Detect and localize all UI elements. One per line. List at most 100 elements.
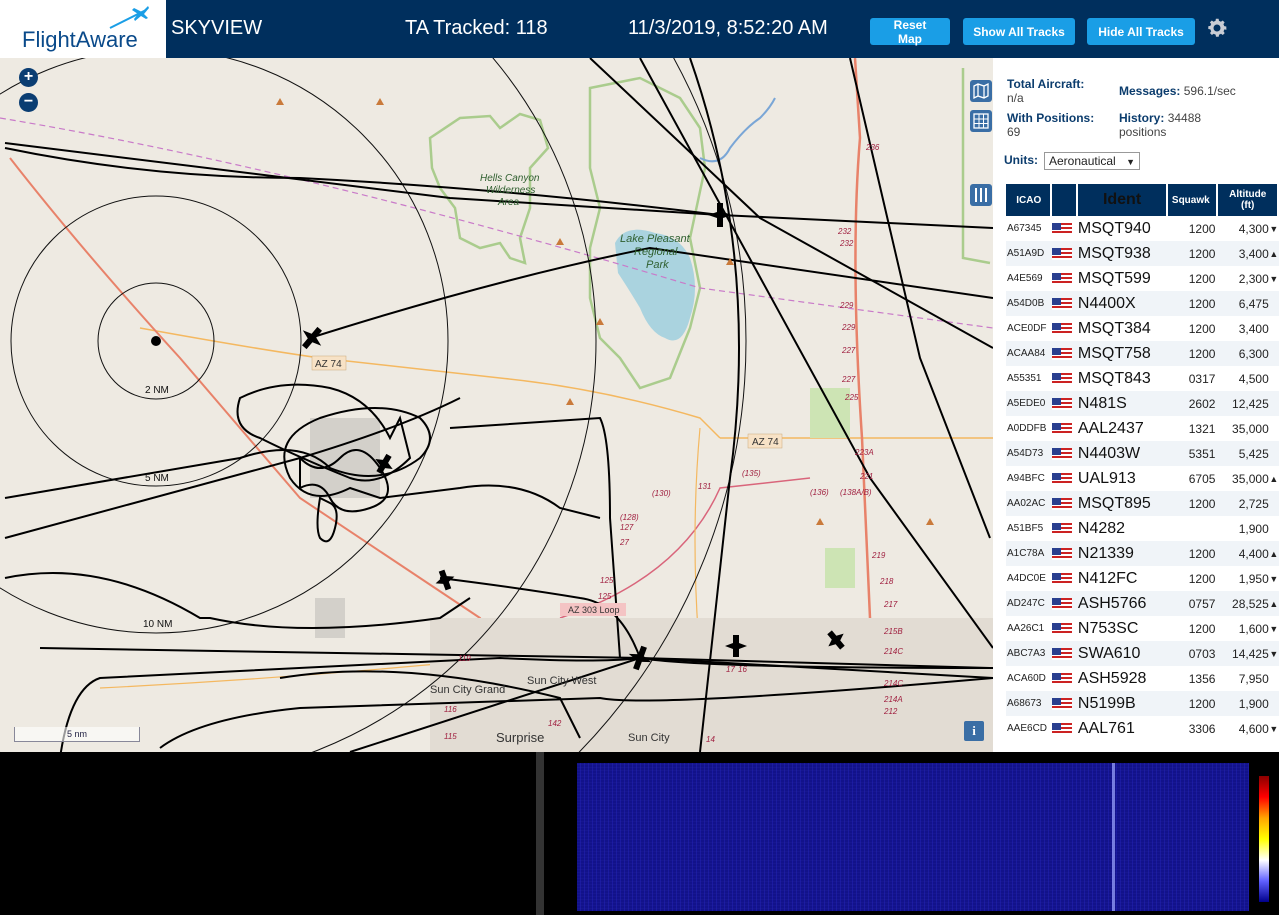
altitude-trend-icon: ▲ [1268, 241, 1279, 266]
altitude-cell: 1,600 [1218, 616, 1269, 641]
app-name: SKYVIEW [171, 17, 263, 39]
zoom-in-button[interactable]: + [19, 68, 38, 87]
table-row[interactable]: AA26C1 N753SC 1200 1,600 ▼ [1006, 616, 1279, 641]
us-flag-icon [1052, 598, 1073, 611]
table-row[interactable]: A67345 MSQT940 1200 4,300 ▼ [1006, 216, 1279, 241]
table-row[interactable]: AAE6CD AAL761 3306 4,600 ▼ [1006, 716, 1279, 741]
map-layers-icon [973, 82, 989, 100]
table-row[interactable]: A51A9D MSQT938 1200 3,400 ▲ [1006, 241, 1279, 266]
table-row[interactable]: ACAA84 MSQT758 1200 6,300 [1006, 341, 1279, 366]
squawk-cell: 3306 [1168, 716, 1219, 741]
us-flag-icon [1052, 623, 1073, 636]
icao-cell: A4DC0E [1006, 566, 1053, 591]
squawk-cell: 0757 [1168, 591, 1219, 616]
svg-text:218: 218 [879, 577, 894, 586]
altitude-cell: 12,425 [1218, 391, 1269, 416]
table-row[interactable]: A1C78A N21339 1200 4,400 ▲ [1006, 541, 1279, 566]
altitude-cell: 4,500 [1218, 366, 1269, 391]
squawk-cell: 1200 [1168, 541, 1219, 566]
map-canvas[interactable]: 2 NM 5 NM 10 NM Hells Canyon Wilderness … [0, 58, 993, 752]
us-flag-icon [1052, 273, 1073, 286]
units-select[interactable]: Aeronautical ▼ [1044, 152, 1140, 170]
ta-tracked-count: TA Tracked: 118 [405, 17, 548, 39]
squawk-cell: 2602 [1168, 391, 1219, 416]
table-row[interactable]: A4E569 MSQT599 1200 2,300 ▼ [1006, 266, 1279, 291]
altitude-trend-icon [1268, 366, 1279, 391]
svg-text:Wilderness: Wilderness [486, 185, 535, 196]
table-row[interactable]: A54D0B N4400X 1200 6,475 [1006, 291, 1279, 316]
table-row[interactable]: A0DDFB AAL2437 1321 35,000 [1006, 416, 1279, 441]
svg-text:Area: Area [497, 197, 520, 208]
icao-cell: ABC7A3 [1006, 641, 1053, 666]
flag-cell [1052, 316, 1078, 341]
squawk-cell: 1200 [1168, 241, 1219, 266]
map-layers-button[interactable] [970, 80, 992, 102]
svg-text:217: 217 [883, 600, 898, 609]
hide-all-tracks-button[interactable]: Hide All Tracks [1087, 18, 1195, 45]
table-row[interactable]: A68673 N5199B 1200 1,900 [1006, 691, 1279, 716]
svg-text:227: 227 [841, 346, 856, 355]
gear-icon[interactable] [1205, 16, 1229, 40]
altitude-cell: 35,000 [1218, 466, 1269, 491]
aircraft-map[interactable]: 2 NM 5 NM 10 NM Hells Canyon Wilderness … [0, 58, 993, 752]
squawk-cell: 5351 [1168, 441, 1219, 466]
table-row[interactable]: AD247C ASH5766 0757 28,525 ▲ [1006, 591, 1279, 616]
table-row[interactable]: A54D73 N4403W 5351 5,425 [1006, 441, 1279, 466]
table-row[interactable]: A4DC0E N412FC 1200 1,950 ▼ [1006, 566, 1279, 591]
reset-map-button[interactable]: Reset Map [870, 18, 950, 46]
ident-cell: N5199B [1077, 691, 1169, 716]
svg-text:229: 229 [841, 323, 856, 332]
flightaware-logo[interactable]: FlightAware [0, 0, 166, 58]
us-flag-icon [1052, 223, 1073, 236]
us-flag-icon [1052, 573, 1073, 586]
zoom-out-button[interactable]: − [19, 93, 38, 112]
table-row[interactable]: A5EDE0 N481S 2602 12,425 [1006, 391, 1279, 416]
show-all-tracks-button[interactable]: Show All Tracks [963, 18, 1075, 45]
col-flag[interactable] [1052, 184, 1078, 216]
ident-cell: MSQT895 [1077, 491, 1169, 516]
svg-text:Sun City Grand: Sun City Grand [430, 684, 505, 696]
us-flag-icon [1052, 298, 1073, 311]
us-flag-icon [1052, 473, 1073, 486]
table-row[interactable]: ABC7A3 SWA610 0703 14,425 ▼ [1006, 641, 1279, 666]
col-ident[interactable]: Ident [1077, 184, 1169, 216]
col-icao[interactable]: ICAO [1006, 184, 1053, 216]
table-row[interactable]: ACA60D ASH5928 1356 7,950 [1006, 666, 1279, 691]
total-aircraft-stat: Total Aircraft: n/a [1007, 77, 1084, 105]
icao-cell: A51A9D [1006, 241, 1053, 266]
waterfall-signal-line [1112, 763, 1115, 911]
icao-cell: A51BF5 [1006, 516, 1053, 541]
table-row[interactable]: A94BFC UAL913 6705 35,000 ▲ [1006, 466, 1279, 491]
flag-cell [1052, 541, 1078, 566]
icao-cell: AA02AC [1006, 491, 1053, 516]
flag-cell [1052, 241, 1078, 266]
grid-icon [973, 113, 989, 129]
us-flag-icon [1052, 398, 1073, 411]
col-squawk[interactable]: Squawk [1168, 184, 1219, 216]
icao-cell: ACA60D [1006, 666, 1053, 691]
panel-divider[interactable] [536, 752, 544, 915]
svg-text:Regional: Regional [634, 246, 678, 258]
info-button[interactable]: i [964, 721, 984, 741]
flag-cell [1052, 666, 1078, 691]
us-flag-icon [1052, 698, 1073, 711]
svg-text:Surprise: Surprise [496, 730, 544, 745]
columns-toggle-button[interactable] [970, 184, 992, 206]
svg-text:215B: 215B [883, 627, 903, 636]
col-altitude[interactable]: Altitude (ft) [1218, 184, 1279, 216]
svg-text:127: 127 [620, 523, 634, 532]
svg-text:119: 119 [458, 654, 471, 663]
ident-cell: AAL761 [1077, 716, 1169, 741]
table-row[interactable]: AA02AC MSQT895 1200 2,725 [1006, 491, 1279, 516]
messages-stat: Messages: 596.1/sec [1119, 84, 1236, 98]
grid-toggle-button[interactable] [970, 110, 992, 132]
ident-cell: MSQT384 [1077, 316, 1169, 341]
flag-cell [1052, 416, 1078, 441]
table-row[interactable]: A55351 MSQT843 0317 4,500 [1006, 366, 1279, 391]
squawk-cell: 1200 [1168, 216, 1219, 241]
table-row[interactable]: A51BF5 N4282 1,900 [1006, 516, 1279, 541]
table-row[interactable]: ACE0DF MSQT384 1200 3,400 [1006, 316, 1279, 341]
altitude-cell: 3,400 [1218, 241, 1269, 266]
ident-cell: SWA610 [1077, 641, 1169, 666]
squawk-cell: 1200 [1168, 691, 1219, 716]
